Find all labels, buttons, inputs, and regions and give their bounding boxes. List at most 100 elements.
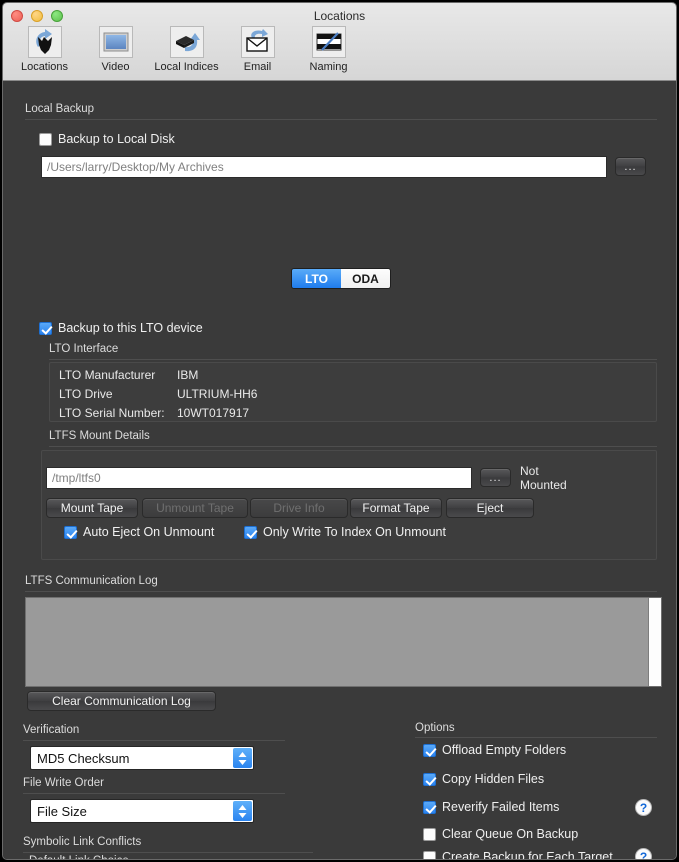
create-backup-each-target-row[interactable]: Create Backup for Each Target [423,850,613,860]
copy-hidden-files-checkbox[interactable] [423,772,436,786]
divider [25,119,657,120]
lto-drive-label: LTO Drive [59,387,113,401]
create-backup-each-target-label: Create Backup for Each Target [442,850,613,860]
verification-label: Verification [23,724,80,736]
divider [23,740,285,741]
comm-log-textarea[interactable] [25,597,662,687]
lto-manufacturer-value: IBM [177,368,199,382]
clear-queue-on-backup-row[interactable]: Clear Queue On Backup [423,827,578,841]
toolbar-label: Email [243,61,272,73]
auto-eject-on-unmount-row[interactable]: Auto Eject On Unmount [64,525,214,539]
ltfs-mount-box: /tmp/ltfs0 ... Not Mounted Mount Tape Un… [41,450,657,560]
reverify-failed-items-checkbox[interactable] [423,800,436,814]
preferences-window: Locations Locations Video Local Indices … [2,2,677,860]
local-disk-browse-button[interactable]: ... [615,157,646,176]
unmount-tape-button: Unmount Tape [142,498,248,518]
comm-log-section: LTFS Communication Log [25,575,657,592]
lto-interface-section: LTO Interface [49,343,657,360]
title-bar: Locations Locations Video Local Indices … [3,3,676,81]
only-write-index-on-unmount-checkbox[interactable] [244,525,257,539]
lto-interface-box: LTO Manufacturer IBM LTO Drive ULTRIUM-H… [49,362,657,422]
file-write-order-label: File Write Order [23,777,104,789]
drive-info-button: Drive Info [250,498,348,518]
toolbar-item-email[interactable]: Email [226,25,289,73]
backup-to-local-disk-checkbox[interactable] [39,132,52,146]
toolbar-label: Video [101,61,130,73]
divider [415,737,657,738]
offload-empty-folders-row[interactable]: Offload Empty Folders [423,743,566,757]
divider [25,591,657,592]
options-group-label: Options [415,722,455,734]
create-backup-each-target-checkbox[interactable] [423,850,436,859]
comm-log-scrollbar[interactable] [648,598,661,686]
ltfs-status-line2: Mounted [520,478,567,492]
naming-icon [311,26,346,58]
chevron-updown-icon[interactable] [233,801,252,821]
toolbar: Locations Video Local Indices Email Nami… [13,25,360,73]
divider [23,852,313,853]
preferences-content: Local Backup Backup to Local Disk /Users… [3,81,676,859]
mount-tape-button[interactable]: Mount Tape [46,498,138,518]
format-tape-button[interactable]: Format Tape [350,498,442,518]
local-backup-section: Local Backup [25,103,657,120]
eject-button[interactable]: Eject [446,498,534,518]
divider [49,359,657,360]
only-write-index-on-unmount-row[interactable]: Only Write To Index On Unmount [244,525,446,539]
device-type-segmented-control[interactable]: LTO ODA [291,268,391,289]
lto-interface-group-label: LTO Interface [49,343,119,355]
file-write-order-section: File Write Order [23,777,285,794]
comm-log-content [26,598,648,686]
backup-to-lto-checkbox[interactable] [39,321,52,335]
backup-to-lto-label: Backup to this LTO device [58,321,203,335]
segment-oda[interactable]: ODA [341,269,390,288]
create-backup-each-target-help-button[interactable]: ? [635,848,652,859]
verification-select[interactable]: MD5 Checksum [30,746,254,770]
backup-to-local-disk-label: Backup to Local Disk [58,132,175,146]
symbolic-links-group-label: Symbolic Link Conflicts [23,836,142,848]
toolbar-label: Locations [20,61,69,73]
segment-lto[interactable]: LTO [292,269,341,288]
ltfs-mount-section: LTFS Mount Details [49,430,657,447]
clear-queue-on-backup-label: Clear Queue On Backup [442,827,579,841]
ltfs-status-line1: Not [520,464,539,478]
verification-section: Verification [23,724,285,741]
reverify-failed-items-row[interactable]: Reverify Failed Items [423,800,559,814]
toolbar-item-video[interactable]: Video [84,25,147,73]
toolbar-item-naming[interactable]: Naming [297,25,360,73]
reverify-failed-items-label: Reverify Failed Items [442,800,560,814]
backup-to-local-disk-row[interactable]: Backup to Local Disk [39,132,175,146]
offload-empty-folders-checkbox[interactable] [423,743,436,757]
window-title: Locations [313,9,366,23]
local-backup-group-label: Local Backup [25,103,95,115]
copy-hidden-files-row[interactable]: Copy Hidden Files [423,772,544,786]
toolbar-item-locations[interactable]: Locations [13,25,76,73]
options-section: Options [415,722,657,738]
default-link-choice-label: Default Link Choice [29,855,129,859]
lto-drive-value: ULTRIUM-HH6 [177,387,258,401]
clear-communication-log-button[interactable]: Clear Communication Log [27,691,216,711]
divider [49,446,657,447]
chevron-updown-icon[interactable] [233,748,252,768]
local-disk-path-field[interactable]: /Users/larry/Desktop/My Archives [41,156,607,178]
offload-empty-folders-label: Offload Empty Folders [442,743,567,757]
file-write-order-select[interactable]: File Size [30,799,254,823]
ltfs-browse-button[interactable]: ... [480,468,511,487]
lto-serial-value: 10WT017917 [177,406,250,420]
clear-queue-on-backup-checkbox[interactable] [423,827,436,841]
ltfs-mount-path-field[interactable]: /tmp/ltfs0 [46,467,472,489]
auto-eject-on-unmount-checkbox[interactable] [64,525,77,539]
ltfs-group-label: LTFS Mount Details [49,430,150,442]
toolbar-item-local-indices[interactable]: Local Indices [154,25,219,73]
toolbar-label: Local Indices [154,61,219,73]
locations-icon [27,26,62,58]
local-indices-icon [169,26,204,58]
backup-to-lto-row[interactable]: Backup to this LTO device [39,321,203,335]
auto-eject-on-unmount-label: Auto Eject On Unmount [83,525,215,539]
email-icon [240,26,275,58]
lto-manufacturer-label: LTO Manufacturer [59,368,156,382]
file-write-order-selected-value: File Size [37,803,87,819]
comm-log-group-label: LTFS Communication Log [25,575,158,587]
reverify-failed-items-help-button[interactable]: ? [635,799,652,816]
symbolic-links-section: Symbolic Link Conflicts [23,836,313,853]
verification-selected-value: MD5 Checksum [37,750,130,766]
